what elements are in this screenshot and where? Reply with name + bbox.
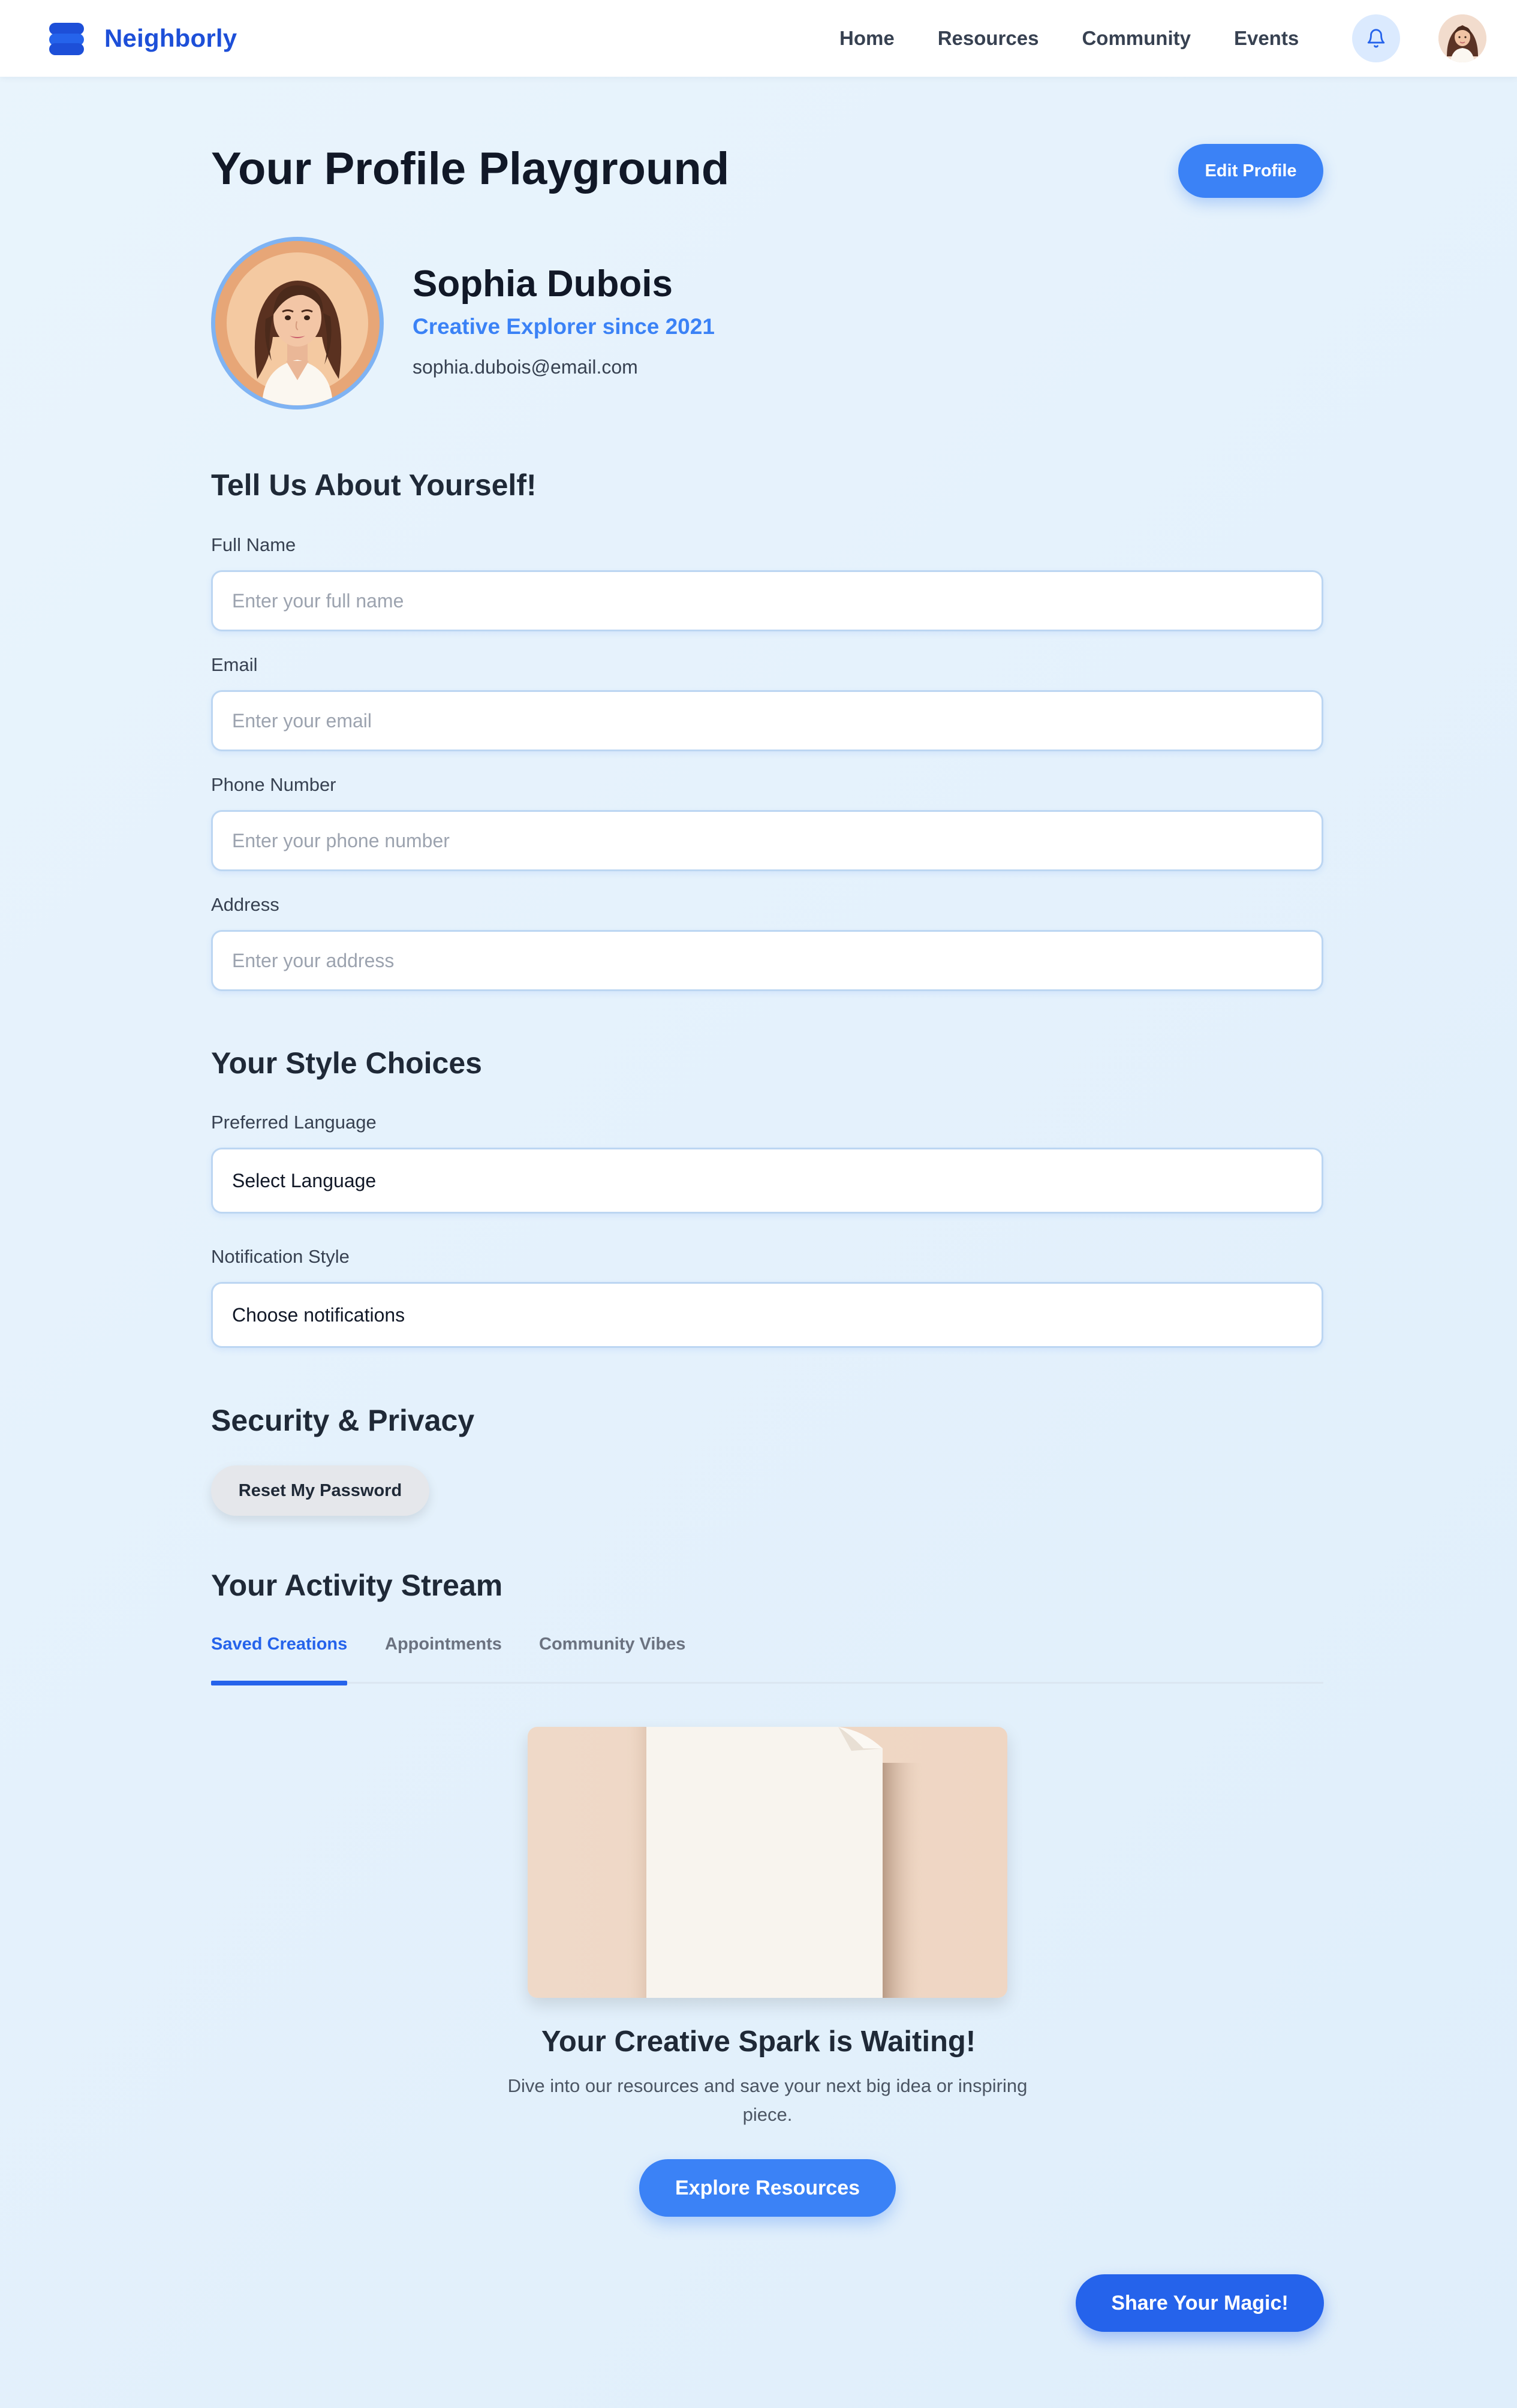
profile-tagline: Creative Explorer since 2021 (413, 314, 715, 339)
notification-select[interactable]: Choose notifications (211, 1282, 1323, 1348)
notification-label: Notification Style (211, 1246, 350, 1267)
tab-community-vibes[interactable]: Community Vibes (539, 1633, 685, 1684)
nav-links: Home Resources Community Events (839, 0, 1299, 77)
activity-section-title: Your Activity Stream (211, 1569, 503, 1602)
full-name-input[interactable] (211, 570, 1323, 631)
phone-input[interactable] (211, 810, 1323, 871)
address-label: Address (211, 894, 279, 915)
full-name-label: Full Name (211, 534, 296, 555)
notification-select-value: Choose notifications (232, 1304, 405, 1326)
address-input[interactable] (211, 930, 1323, 991)
nav-link-home[interactable]: Home (839, 27, 895, 50)
stack-logo-icon (49, 22, 84, 55)
email-input[interactable] (211, 690, 1323, 751)
blank-page-icon (528, 1727, 1007, 1998)
profile-name: Sophia Dubois (413, 263, 673, 305)
profile-avatar[interactable] (211, 237, 384, 410)
explore-resources-button[interactable]: Explore Resources (639, 2159, 896, 2217)
language-select[interactable]: Select Language (211, 1148, 1323, 1214)
about-section-title: Tell Us About Yourself! (211, 468, 537, 502)
phone-label: Phone Number (211, 774, 336, 795)
language-select-value: Select Language (232, 1169, 377, 1191)
empty-state-description: Dive into our resources and save your ne… (507, 2075, 1028, 2125)
user-avatar[interactable] (1438, 14, 1486, 62)
nav-link-community[interactable]: Community (1082, 27, 1191, 50)
style-section-title: Your Style Choices (211, 1046, 482, 1080)
tab-saved-creations[interactable]: Saved Creations (211, 1633, 348, 1685)
brand-name: Neighborly (104, 24, 237, 52)
avatar-portrait-icon (1438, 14, 1486, 62)
top-nav-bar: Neighborly Home Resources Community Even… (0, 0, 1517, 77)
page-title: Your Profile Playground (211, 143, 730, 194)
notifications-button[interactable] (1352, 14, 1400, 62)
bell-icon (1367, 29, 1385, 48)
security-section-title: Security & Privacy (211, 1404, 475, 1437)
brand-logo[interactable]: Neighborly (49, 22, 237, 55)
empty-state-title: Your Creative Spark is Waiting! (541, 2025, 976, 2058)
activity-tabs: Saved Creations Appointments Community V… (211, 1633, 1323, 1685)
language-label: Preferred Language (211, 1112, 377, 1133)
reset-password-button[interactable]: Reset My Password (211, 1465, 429, 1516)
empty-state-illustration (528, 1727, 1007, 1998)
email-label: Email (211, 654, 258, 675)
share-magic-button[interactable]: Share Your Magic! (1076, 2274, 1324, 2332)
edit-profile-button[interactable]: Edit Profile (1178, 144, 1323, 198)
nav-link-events[interactable]: Events (1234, 27, 1299, 50)
nav-link-resources[interactable]: Resources (938, 27, 1039, 50)
tab-appointments[interactable]: Appointments (385, 1633, 502, 1684)
profile-portrait-icon (215, 241, 380, 405)
profile-email: sophia.dubois@email.com (413, 356, 638, 378)
